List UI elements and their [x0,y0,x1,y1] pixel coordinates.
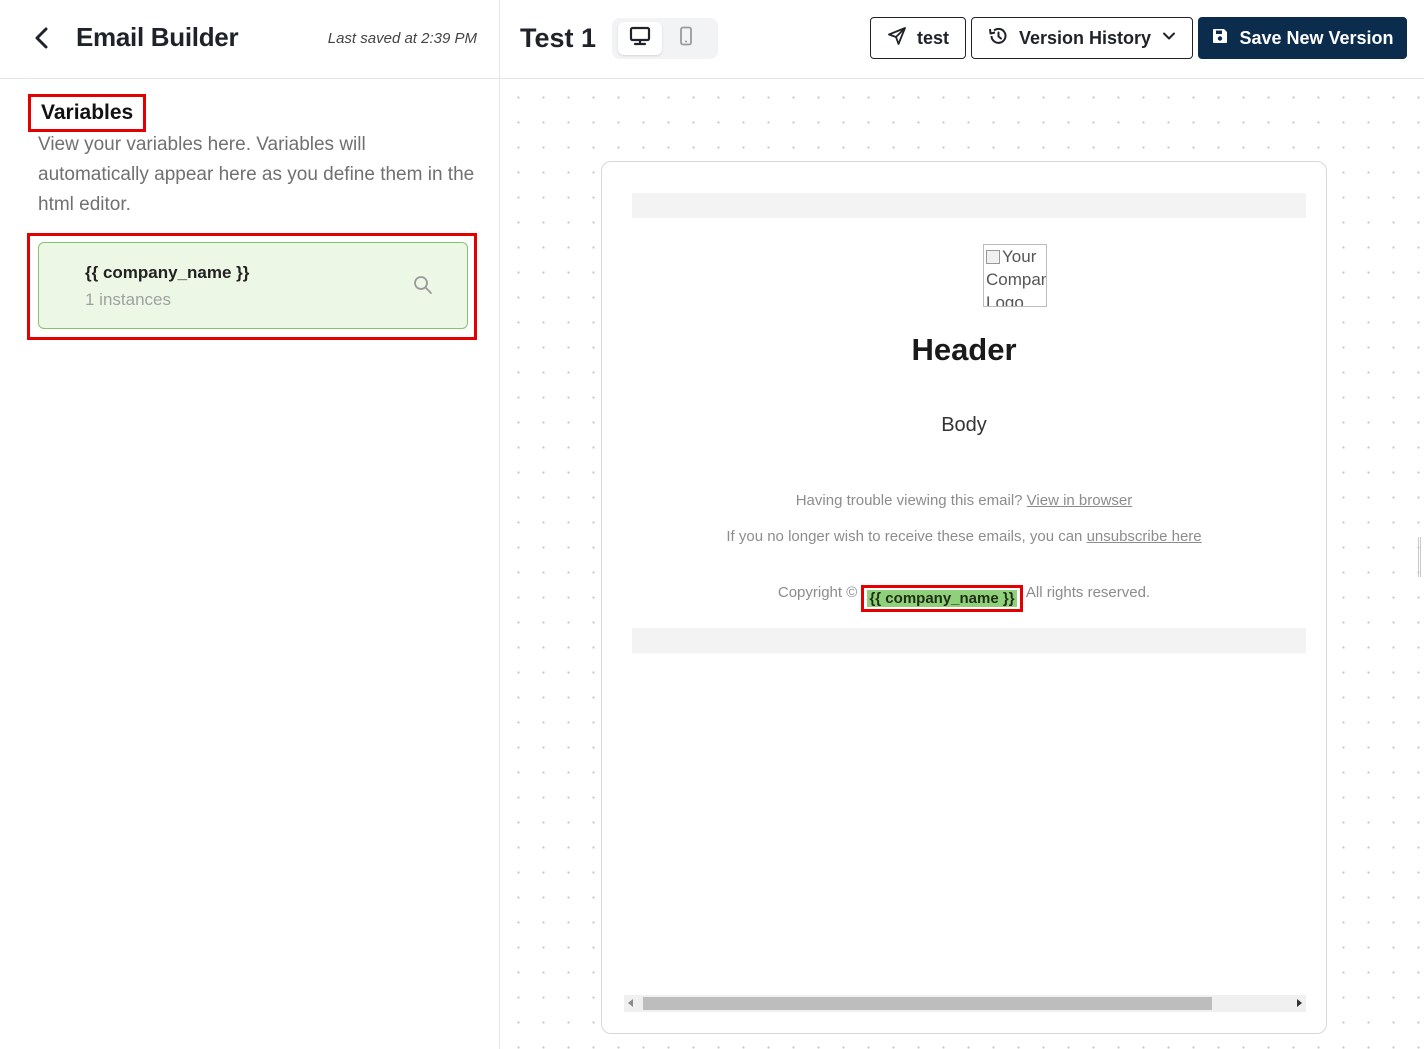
sidebar: Email Builder Last saved at 2:39 PM Vari… [0,0,500,1049]
history-icon [987,26,1009,51]
mobile-icon [679,26,693,51]
scroll-left-arrow-icon[interactable] [628,999,633,1007]
last-saved-text: Last saved at 2:39 PM [327,30,477,47]
view-in-browser-link[interactable]: View in browser [1027,492,1133,509]
top-toolbar: Test 1 test Version History Save New Ver… [500,0,1424,79]
desktop-preview-button[interactable] [618,22,662,55]
broken-image-icon [986,250,1000,264]
variable-name: {{ company_name }} [85,263,250,282]
scroll-right-arrow-icon[interactable] [1297,999,1302,1007]
email-body: Body [941,414,987,436]
send-icon [887,26,907,51]
desktop-icon [629,26,651,51]
scrollbar-thumb[interactable] [643,997,1212,1010]
save-icon [1211,27,1229,50]
variable-instance-count: 1 instances [85,290,171,309]
chevron-left-icon[interactable] [30,24,56,52]
variables-heading: Variables [28,94,147,132]
version-history-button[interactable]: Version History [971,17,1193,59]
email-preview: Your Company Logo Header Body Having tro… [601,161,1327,1034]
email-top-spacer [632,193,1306,218]
email-header: Header [911,332,1017,367]
footer-trouble-text: Having trouble viewing this email? [795,492,1027,509]
document-title: Test 1 [520,23,597,53]
copyright-suffix: All rights reserved. [1022,584,1151,601]
footer-unsubscribe-line: If you no longer wish to receive these e… [602,528,1326,545]
save-new-version-button[interactable]: Save New Version [1198,17,1407,59]
send-test-button[interactable]: test [870,17,966,59]
unsubscribe-link[interactable]: unsubscribe here [1087,528,1202,545]
variables-description: View your variables here. Variables will… [38,134,475,215]
footer-view-in-browser-line: Having trouble viewing this email? View … [602,492,1326,509]
device-preview-toggle [612,18,718,59]
chevron-down-icon [1161,28,1177,49]
email-bottom-spacer [632,628,1306,653]
send-test-label: test [916,27,949,48]
sidebar-header: Email Builder Last saved at 2:39 PM [0,0,499,79]
company-name-variable-chip[interactable]: {{ company_name }} [867,590,1017,607]
copyright-variable-highlight: {{ company_name }} [861,585,1023,612]
company-logo-image[interactable]: Your Company Logo [983,244,1047,307]
footer-unsubscribe-text: If you no longer wish to receive these e… [726,528,1087,545]
version-history-label: Version History [1018,27,1152,48]
resize-handle[interactable] [1418,537,1421,577]
footer-copyright-line: Copyright © {{ company_name }} All right… [602,584,1326,612]
save-new-version-label: Save New Version [1239,27,1394,48]
mobile-preview-button[interactable] [664,22,708,55]
search-icon[interactable] [413,275,433,295]
horizontal-scrollbar[interactable] [624,995,1306,1012]
app-title: Email Builder [76,22,239,52]
copyright-prefix: Copyright © [777,584,862,601]
variable-card-company-name[interactable]: {{ company_name }} 1 instances [38,242,468,329]
